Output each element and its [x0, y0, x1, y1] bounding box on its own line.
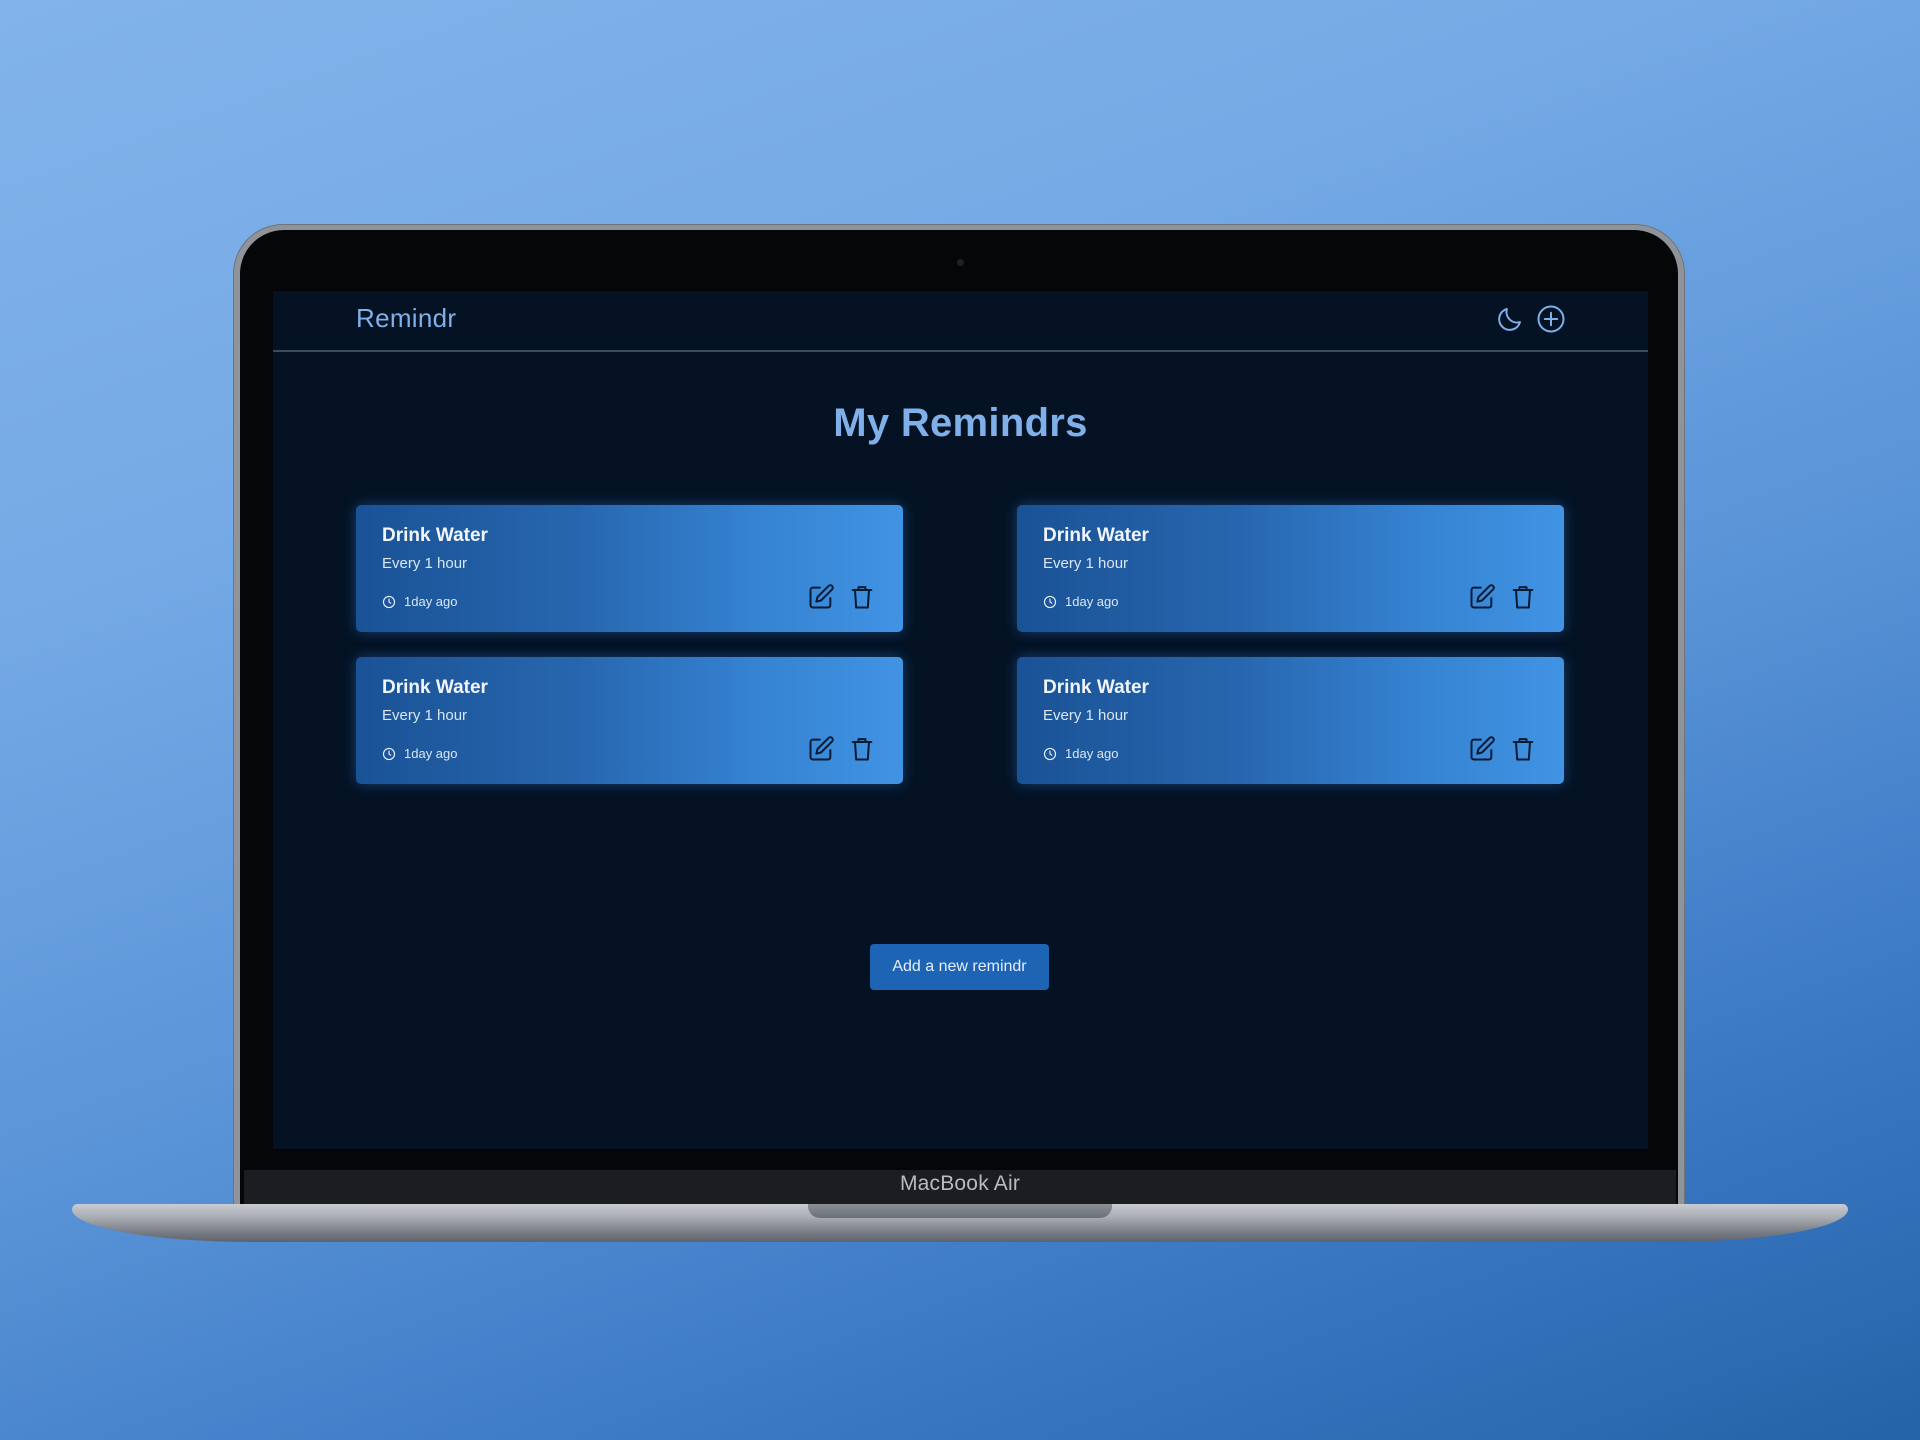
- reminder-time-label: 1day ago: [404, 746, 458, 761]
- reminder-time: 1day ago: [382, 594, 458, 609]
- reminder-title: Drink Water: [1043, 677, 1149, 698]
- edit-icon[interactable]: [807, 583, 835, 611]
- clock-icon: [1043, 747, 1057, 760]
- reminder-title: Drink Water: [1043, 525, 1149, 546]
- reminder-title: Drink Water: [382, 677, 488, 698]
- reminder-actions: [807, 735, 876, 763]
- plus-circle-icon[interactable]: [1536, 304, 1566, 334]
- reminder-frequency: Every 1 hour: [382, 555, 468, 572]
- reminder-actions: [1468, 735, 1537, 763]
- clock-icon: [382, 595, 396, 608]
- reminder-list: Drink Water Every 1 hour 1day ago Drink …: [356, 505, 1564, 784]
- clock-icon: [1043, 595, 1057, 608]
- laptop-notch: [808, 1204, 1112, 1218]
- reminder-frequency: Every 1 hour: [1043, 707, 1129, 724]
- reminder-frequency: Every 1 hour: [382, 707, 468, 724]
- edit-icon[interactable]: [1468, 583, 1496, 611]
- trash-icon[interactable]: [848, 735, 876, 763]
- app-screen: Remindr My Remindrs Drink Water Every 1 …: [273, 291, 1648, 1149]
- trash-icon[interactable]: [848, 583, 876, 611]
- reminder-card: Drink Water Every 1 hour 1day ago: [1017, 505, 1564, 632]
- add-reminder-button[interactable]: Add a new remindr: [870, 944, 1049, 990]
- edit-icon[interactable]: [807, 735, 835, 763]
- reminder-time-label: 1day ago: [1065, 594, 1119, 609]
- reminder-time-label: 1day ago: [404, 594, 458, 609]
- page-title: My Remindrs: [833, 401, 1088, 445]
- clock-icon: [382, 747, 396, 760]
- reminder-card: Drink Water Every 1 hour 1day ago: [1017, 657, 1564, 784]
- moon-icon[interactable]: [1495, 304, 1525, 334]
- reminder-time: 1day ago: [382, 746, 458, 761]
- reminder-actions: [807, 583, 876, 611]
- camera-icon: [957, 259, 964, 266]
- navbar: Remindr: [273, 291, 1648, 352]
- reminder-frequency: Every 1 hour: [1043, 555, 1129, 572]
- brand-logo[interactable]: Remindr: [356, 303, 456, 334]
- reminder-time: 1day ago: [1043, 594, 1119, 609]
- trash-icon[interactable]: [1509, 583, 1537, 611]
- reminder-time: 1day ago: [1043, 746, 1119, 761]
- reminder-time-label: 1day ago: [1065, 746, 1119, 761]
- device-label: MacBook Air: [899, 1172, 1021, 1195]
- reminder-card: Drink Water Every 1 hour 1day ago: [356, 657, 903, 784]
- reminder-actions: [1468, 583, 1537, 611]
- reminder-card: Drink Water Every 1 hour 1day ago: [356, 505, 903, 632]
- trash-icon[interactable]: [1509, 735, 1537, 763]
- edit-icon[interactable]: [1468, 735, 1496, 763]
- reminder-title: Drink Water: [382, 525, 488, 546]
